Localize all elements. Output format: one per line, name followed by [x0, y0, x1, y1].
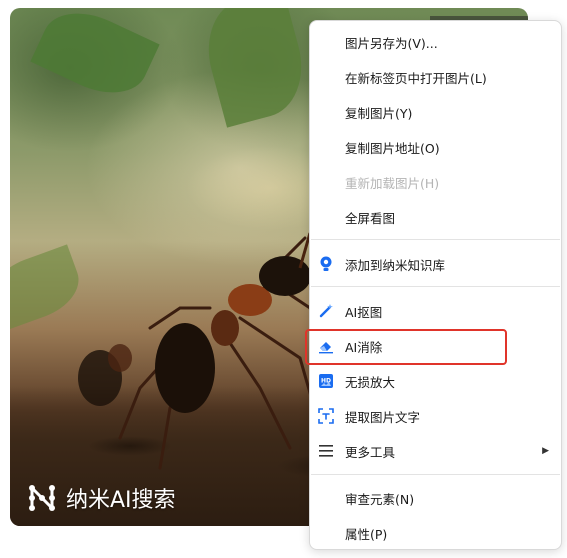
menu-item-label: 添加到纳米知识库	[345, 257, 446, 273]
menu-item-label: AI消除	[345, 339, 383, 355]
menu-item-more-tools[interactable]: 更多工具 ▶	[310, 434, 561, 468]
brand-text: 纳米AI搜索	[66, 488, 176, 513]
brand-watermark: 纳米AI搜索	[26, 482, 176, 514]
menu-item-label: 图片另存为(V)...	[345, 35, 438, 51]
menu-item-save-image-as[interactable]: 图片另存为(V)...	[310, 25, 561, 59]
context-menu: 图片另存为(V)... 在新标签页中打开图片(L) 复制图片(Y) 复制图片地址…	[309, 20, 562, 550]
menu-item-lossless-upscale[interactable]: HD 无损放大	[310, 364, 561, 398]
eraser-icon	[318, 338, 334, 354]
menu-item-label: 复制图片(Y)	[345, 105, 413, 121]
menu-item-reload-image: 重新加载图片(H)	[310, 165, 561, 199]
magic-wand-icon	[318, 303, 334, 319]
menu-item-label: 全屏看图	[345, 210, 396, 226]
menu-item-label: AI抠图	[345, 304, 383, 320]
nami-logo-icon	[29, 485, 55, 511]
menu-item-ai-cutout[interactable]: AI抠图	[310, 294, 561, 328]
menu-item-fullscreen-view[interactable]: 全屏看图	[310, 200, 561, 234]
menu-item-label: 更多工具	[345, 444, 396, 460]
text-extract-icon	[318, 408, 334, 424]
menu-item-label: 在新标签页中打开图片(L)	[345, 70, 487, 86]
menu-separator	[311, 286, 560, 287]
menu-item-ai-erase[interactable]: AI消除	[310, 329, 561, 363]
submenu-arrow-icon: ▶	[542, 446, 549, 456]
menu-separator	[311, 239, 560, 240]
menu-item-extract-text[interactable]: 提取图片文字	[310, 399, 561, 433]
menu-item-properties[interactable]: 属性(P)	[310, 516, 561, 550]
menu-item-label: 提取图片文字	[345, 409, 421, 425]
menu-item-inspect-element[interactable]: 审查元素(N)	[310, 481, 561, 515]
menu-item-label: 无损放大	[345, 374, 396, 390]
knowledge-base-icon	[318, 256, 334, 272]
menu-item-copy-image[interactable]: 复制图片(Y)	[310, 95, 561, 129]
menu-item-label: 属性(P)	[345, 526, 388, 542]
menu-item-open-image-new-tab[interactable]: 在新标签页中打开图片(L)	[310, 60, 561, 94]
menu-item-copy-image-address[interactable]: 复制图片地址(O)	[310, 130, 561, 164]
menu-item-label: 审查元素(N)	[345, 491, 415, 507]
hamburger-icon	[318, 443, 334, 459]
hd-upscale-icon: HD	[318, 373, 334, 389]
menu-item-add-to-knowledge-base[interactable]: 添加到纳米知识库	[310, 247, 561, 281]
menu-item-label: 复制图片地址(O)	[345, 140, 440, 156]
menu-separator	[311, 474, 560, 475]
menu-item-label: 重新加载图片(H)	[345, 175, 440, 191]
